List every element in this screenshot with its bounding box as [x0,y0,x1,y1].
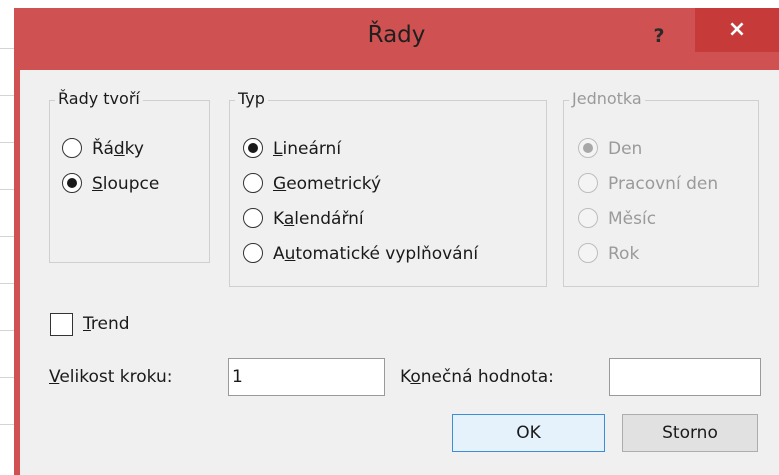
radio-weekday-button[interactable] [578,173,598,193]
radio-columns-label: Sloupce [92,174,160,194]
radio-autofill-button[interactable] [243,243,263,263]
radio-columns-button[interactable] [62,173,82,193]
series-in-legend: Řady tvoří [55,89,143,108]
radio-geometric-label: Geometrický [273,174,382,194]
cancel-button[interactable]: Storno [622,414,758,452]
ok-button[interactable]: OK [452,414,605,452]
close-button[interactable]: × [695,8,779,52]
title-bar[interactable]: Řady ? × [14,8,779,70]
step-value-input[interactable]: 1 [228,358,385,396]
radio-date-label: Kalendářní [273,209,364,229]
stop-value-input[interactable] [609,358,761,396]
radio-rows-button[interactable] [62,138,82,158]
radio-weekday-label: Pracovní den [608,174,719,194]
trend-checkbox[interactable] [50,313,73,336]
trend-label[interactable]: Trend [83,311,130,337]
unit-group: Jednotka Den Pracovní den Měsíc Rok [563,89,759,287]
radio-linear-label: Lineární [273,139,342,159]
radio-year-label: Rok [608,244,640,264]
series-in-group: Řady tvoří Řádky Sloupce [49,89,210,263]
radio-day-label: Den [608,139,643,159]
unit-legend: Jednotka [569,89,645,108]
radio-year-button[interactable] [578,243,598,263]
radio-linear-button[interactable] [243,138,263,158]
radio-geometric-button[interactable] [243,173,263,193]
radio-month-button[interactable] [578,208,598,228]
series-dialog: Řady ? × Řady tvoří Řádky Sloupce Typ Li… [14,8,779,475]
stop-value-label: Konečná hodnota: [400,367,554,387]
radio-date-button[interactable] [243,208,263,228]
radio-day-button[interactable] [578,138,598,158]
dialog-body: Řady tvoří Řádky Sloupce Typ Lineární Ge… [20,70,779,475]
radio-rows-label: Řádky [92,139,144,159]
step-value-label: Velikost kroku: [49,367,173,387]
radio-month-label: Měsíc [608,209,657,229]
type-legend: Typ [235,89,268,108]
type-group: Typ Lineární Geometrický Kalendářní Auto… [229,89,547,287]
help-button[interactable]: ? [648,22,670,50]
radio-autofill-label: Automatické vyplňování [273,244,479,264]
